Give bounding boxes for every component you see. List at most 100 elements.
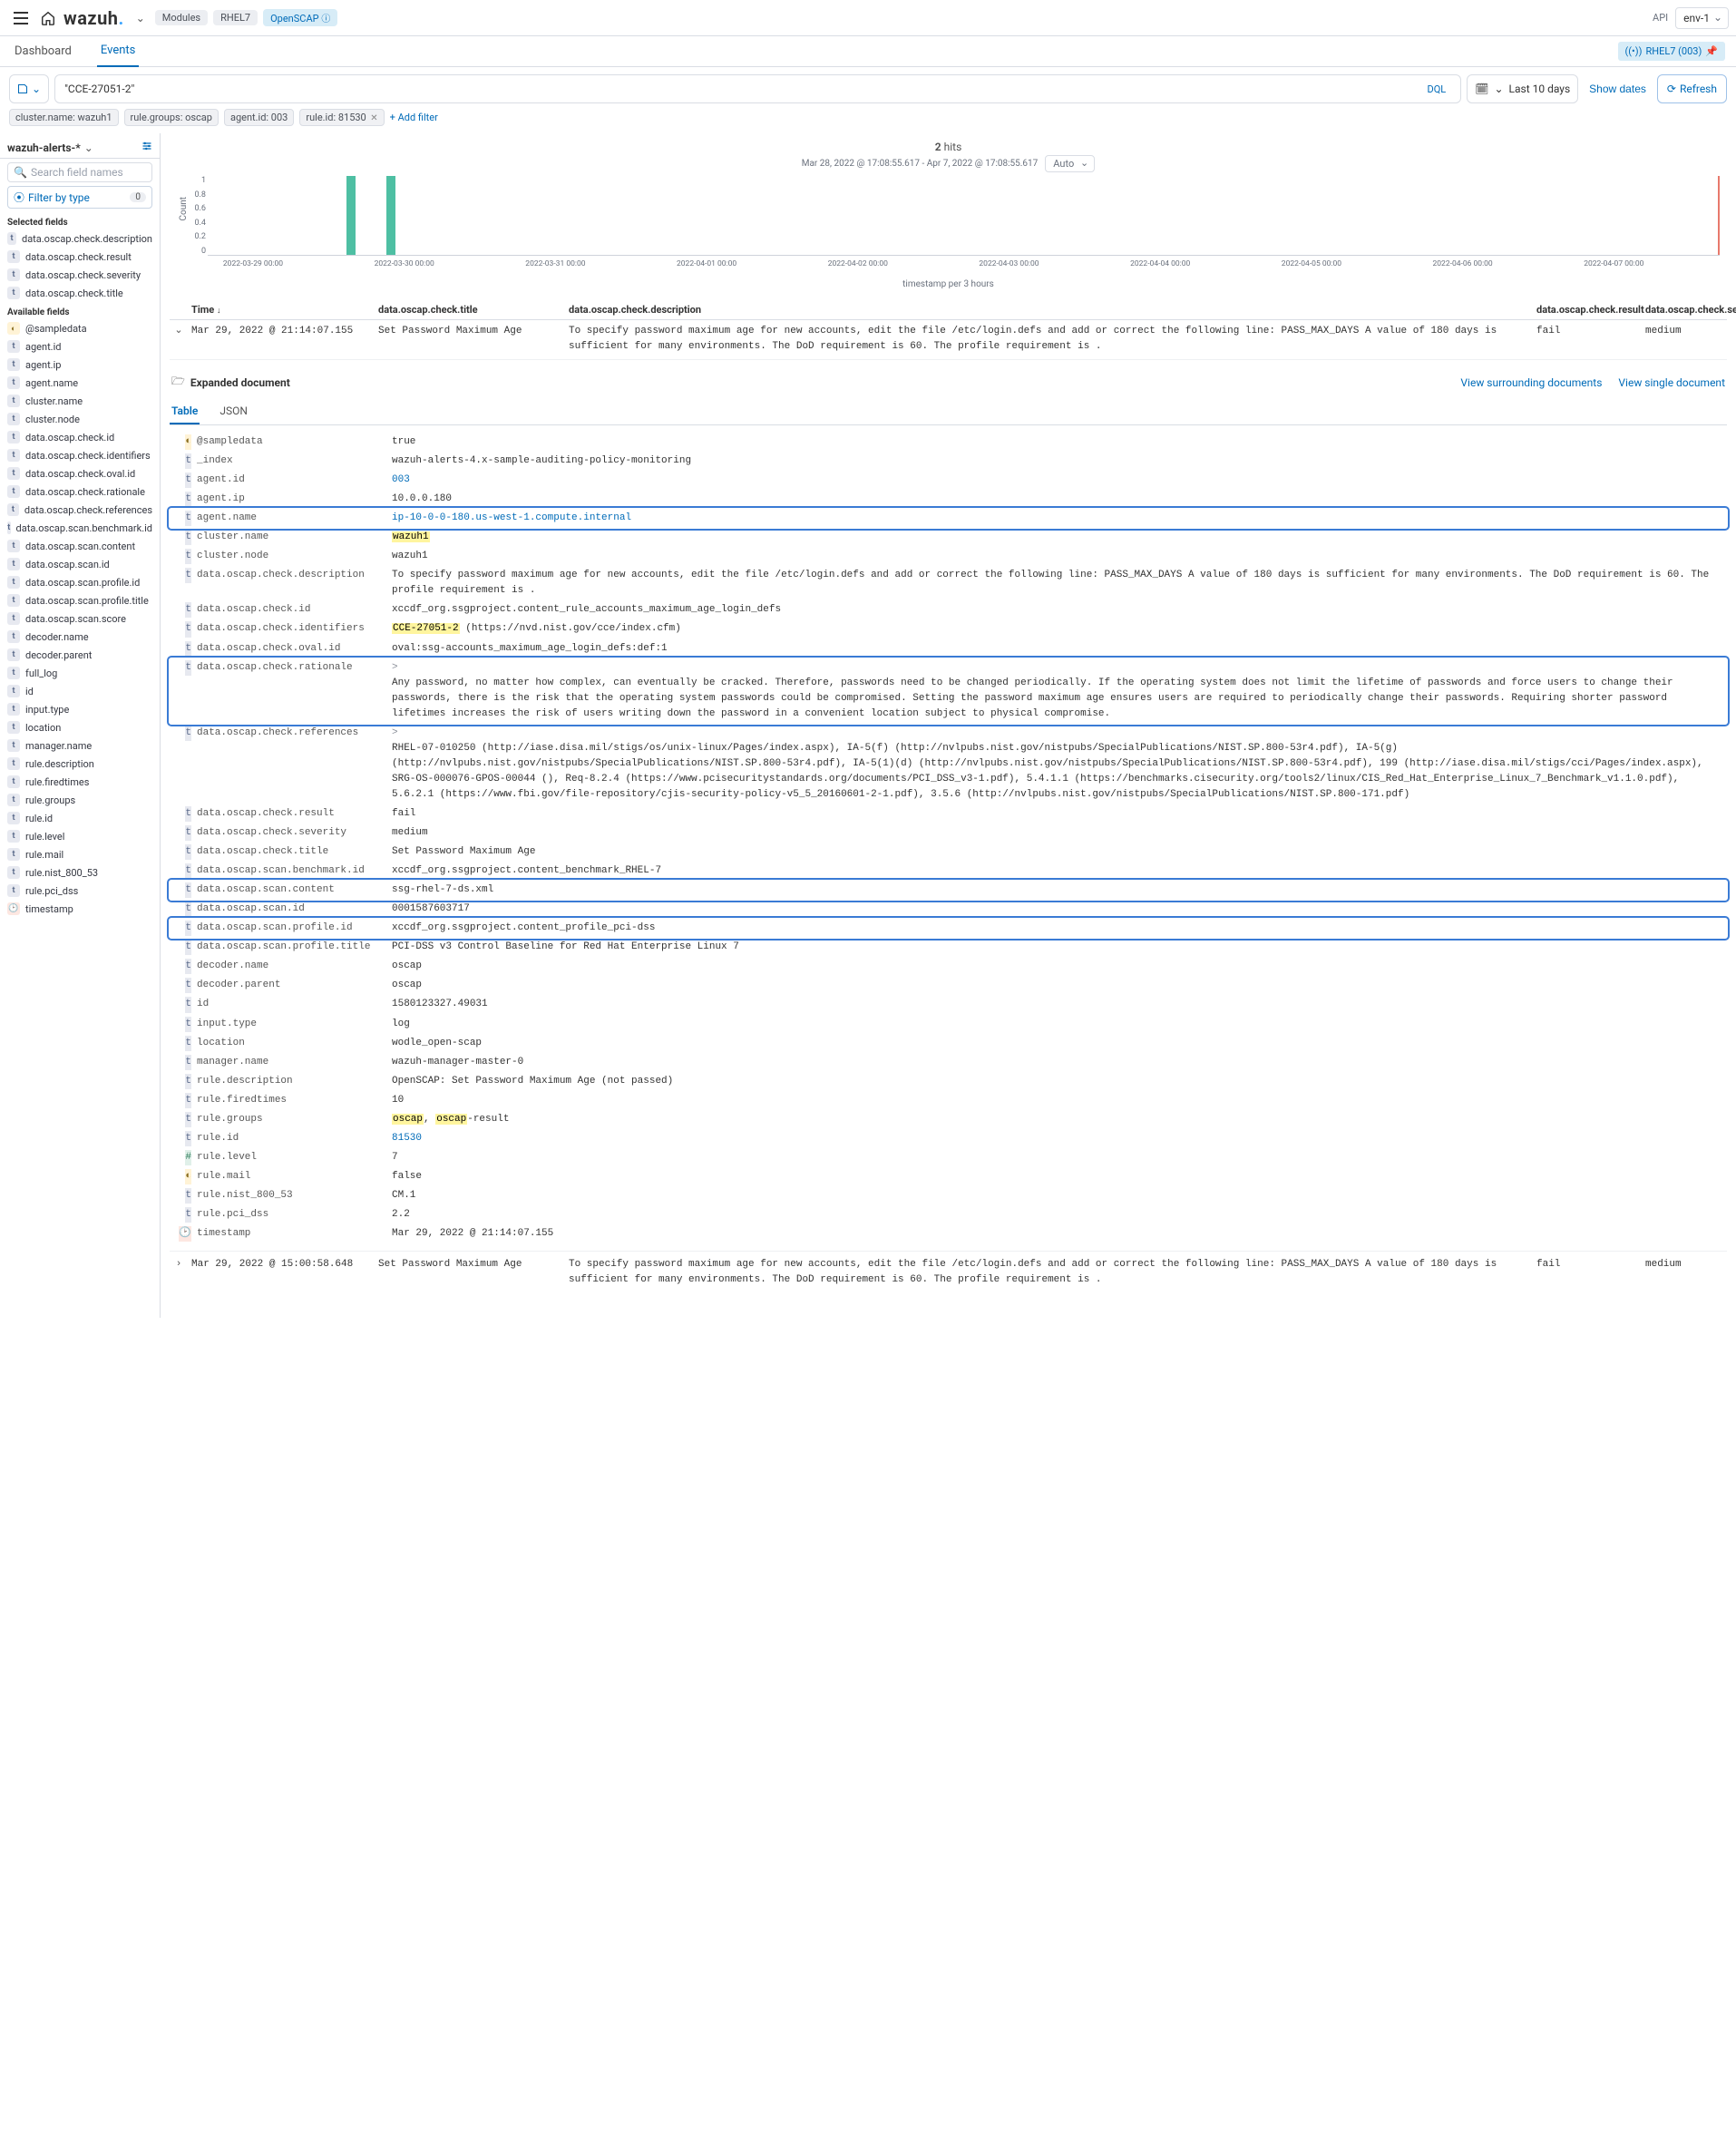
- query-bar: ⌄ "CCE-27051-2" DQL 🗓⌄ Last 10 days Show…: [9, 74, 1727, 103]
- col-severity[interactable]: data.oscap.check.severity: [1645, 304, 1727, 316]
- interval-select[interactable]: Auto: [1045, 155, 1095, 172]
- field-item[interactable]: tlocation: [0, 718, 160, 736]
- field-item[interactable]: trule.firedtimes: [0, 773, 160, 791]
- refresh-icon: ⟳: [1667, 83, 1676, 95]
- field-type-icon: t: [185, 660, 191, 676]
- subtab-json[interactable]: JSON: [218, 399, 249, 424]
- view-single-link[interactable]: View single document: [1618, 376, 1725, 389]
- refresh-button[interactable]: ⟳Refresh: [1657, 74, 1727, 103]
- search-input[interactable]: "CCE-27051-2" DQL: [54, 74, 1461, 103]
- field-item[interactable]: trule.description: [0, 755, 160, 773]
- filter-chip[interactable]: agent.id: 003: [224, 109, 294, 126]
- add-filter-button[interactable]: + Add filter: [390, 112, 438, 123]
- field-item[interactable]: tdata.oscap.scan.id: [0, 555, 160, 573]
- field-item[interactable]: tdata.oscap.check.description: [0, 229, 160, 248]
- field-type-icon: t: [185, 568, 191, 583]
- field-item[interactable]: tdata.oscap.check.severity: [0, 266, 160, 284]
- field-item[interactable]: tdata.oscap.check.title: [0, 284, 160, 302]
- col-result[interactable]: data.oscap.check.result: [1536, 304, 1645, 316]
- saved-query-menu[interactable]: ⌄: [9, 74, 49, 103]
- field-item[interactable]: tdata.oscap.scan.score: [0, 609, 160, 628]
- field-type-icon: ◐: [7, 322, 20, 335]
- field-item[interactable]: tinput.type: [0, 700, 160, 718]
- x-axis-label: timestamp per 3 hours: [170, 279, 1727, 289]
- collapse-toggle[interactable]: ⌄: [170, 324, 188, 354]
- col-time[interactable]: Time ↓: [188, 304, 378, 316]
- filter-chip[interactable]: cluster.name: wazuh1: [9, 109, 119, 126]
- crumb-module[interactable]: OpenSCAP ⓘ: [263, 9, 337, 26]
- field-item[interactable]: tmanager.name: [0, 736, 160, 755]
- show-dates-button[interactable]: Show dates: [1584, 74, 1652, 103]
- field-item[interactable]: tdata.oscap.check.references: [0, 501, 160, 519]
- field-search-input[interactable]: 🔍 Search field names: [7, 162, 152, 182]
- field-item[interactable]: tagent.name: [0, 374, 160, 392]
- field-item[interactable]: 🕑timestamp: [0, 900, 160, 918]
- field-item[interactable]: trule.mail: [0, 845, 160, 863]
- field-item[interactable]: tdecoder.name: [0, 628, 160, 646]
- field-item[interactable]: tdata.oscap.scan.benchmark.id: [0, 519, 160, 537]
- field-item[interactable]: tcluster.name: [0, 392, 160, 410]
- field-item[interactable]: tdecoder.parent: [0, 646, 160, 664]
- filter-by-type-button[interactable]: ⦿ Filter by type 0: [7, 186, 152, 209]
- pin-icon[interactable]: 📌: [1705, 45, 1718, 57]
- field-item[interactable]: tdata.oscap.scan.profile.title: [0, 591, 160, 609]
- field-item[interactable]: trule.pci_dss: [0, 882, 160, 900]
- field-item[interactable]: tid: [0, 682, 160, 700]
- filter-chip[interactable]: rule.groups: oscap: [124, 109, 219, 126]
- tab-dashboard[interactable]: Dashboard: [11, 36, 75, 66]
- field-item[interactable]: trule.level: [0, 827, 160, 845]
- expand-toggle[interactable]: ›: [170, 1257, 188, 1287]
- field-type-icon: t: [7, 340, 20, 353]
- field-type-icon: t: [7, 667, 20, 679]
- field-item[interactable]: tdata.oscap.check.identifiers: [0, 446, 160, 464]
- field-item[interactable]: tdata.oscap.check.result: [0, 248, 160, 266]
- doc-field-row: tcluster.nodewazuh1: [170, 547, 1727, 566]
- field-type-icon: t: [7, 866, 20, 879]
- field-item[interactable]: ◐@sampledata: [0, 319, 160, 337]
- field-type-icon: t: [185, 1131, 191, 1146]
- index-pattern-select[interactable]: wazuh-alerts-*⌄: [0, 137, 160, 159]
- tab-events[interactable]: Events: [97, 35, 139, 67]
- field-item[interactable]: tagent.id: [0, 337, 160, 356]
- chart-bar[interactable]: [346, 176, 356, 255]
- field-item[interactable]: trule.id: [0, 809, 160, 827]
- field-item[interactable]: trule.nist_800_53: [0, 863, 160, 882]
- field-item[interactable]: tfull_log: [0, 664, 160, 682]
- field-type-icon: #: [185, 1150, 191, 1165]
- histogram-chart[interactable]: Count 10.80.60.40.20 2022-03-29 00:00202…: [170, 176, 1727, 276]
- doc-field-row: tmanager.namewazuh-manager-master-0: [170, 1053, 1727, 1072]
- field-item[interactable]: tdata.oscap.check.oval.id: [0, 464, 160, 482]
- disk-icon: [17, 83, 28, 94]
- field-item[interactable]: tdata.oscap.scan.profile.id: [0, 573, 160, 591]
- chart-bar[interactable]: [386, 176, 395, 255]
- col-title[interactable]: data.oscap.check.title: [378, 304, 569, 316]
- field-item[interactable]: trule.groups: [0, 791, 160, 809]
- field-type-icon: t: [185, 549, 191, 564]
- doc-field-row: tdata.oscap.scan.contentssg-rhel-7-ds.xm…: [170, 881, 1727, 900]
- field-type-icon: t: [7, 413, 20, 425]
- chevron-down-icon[interactable]: ⌄: [130, 12, 151, 24]
- field-item[interactable]: tcluster.node: [0, 410, 160, 428]
- close-icon[interactable]: ✕: [368, 113, 378, 123]
- env-select[interactable]: env-1: [1675, 7, 1729, 29]
- sliders-icon[interactable]: [141, 141, 152, 154]
- field-item[interactable]: tdata.oscap.scan.content: [0, 537, 160, 555]
- field-type-icon: t: [7, 395, 20, 407]
- field-item[interactable]: tdata.oscap.check.rationale: [0, 482, 160, 501]
- view-surrounding-link[interactable]: View surrounding documents: [1460, 376, 1602, 389]
- field-type-icon: t: [7, 630, 20, 643]
- filter-chip[interactable]: rule.id: 81530 ✕: [299, 109, 384, 126]
- crumb-agent[interactable]: RHEL7: [213, 10, 258, 25]
- menu-icon[interactable]: [7, 5, 34, 32]
- agent-badge[interactable]: ((•)) RHEL7 (003) 📌: [1618, 42, 1725, 61]
- col-desc[interactable]: data.oscap.check.description: [569, 304, 1536, 316]
- home-icon[interactable]: [34, 5, 62, 32]
- expanded-doc-title: Expanded document: [190, 376, 290, 389]
- dql-badge[interactable]: DQL: [1428, 83, 1447, 95]
- date-picker[interactable]: 🗓⌄ Last 10 days: [1467, 74, 1578, 103]
- field-type-icon: t: [7, 830, 20, 843]
- field-item[interactable]: tagent.ip: [0, 356, 160, 374]
- crumb-modules[interactable]: Modules: [155, 10, 208, 25]
- subtab-table[interactable]: Table: [170, 399, 200, 424]
- field-item[interactable]: tdata.oscap.check.id: [0, 428, 160, 446]
